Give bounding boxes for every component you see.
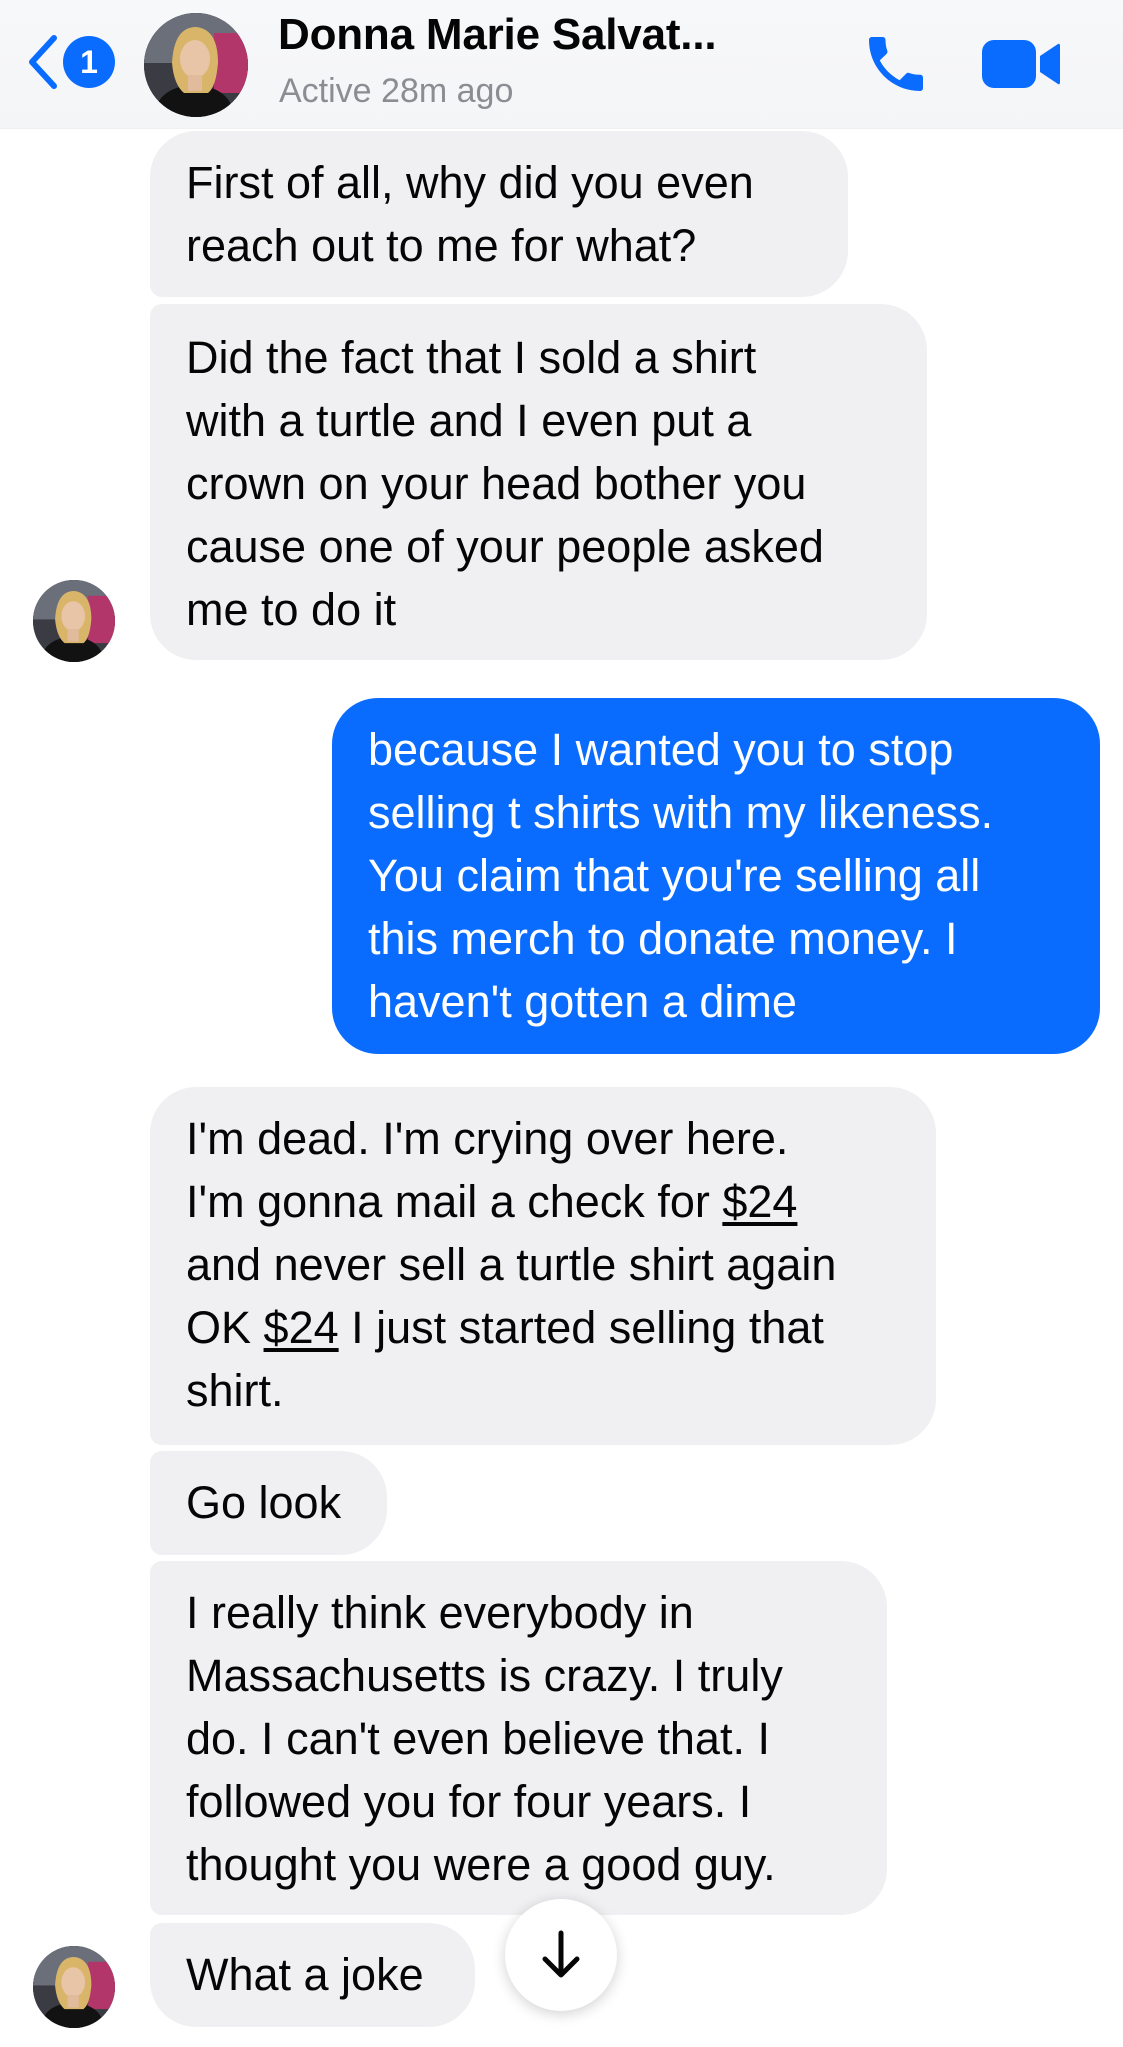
- message-text: I'm gonna mail a check for: [186, 1176, 710, 1227]
- message-line: Did the fact that I sold a shirt: [186, 332, 757, 383]
- message-line: shirt.: [186, 1365, 284, 1416]
- message-line: What a joke: [186, 1949, 424, 2000]
- message-line: because I wanted you to stop: [368, 724, 954, 775]
- arrow-down-icon: [542, 1930, 580, 1978]
- message-line: selling t shirts with my likeness.: [368, 787, 994, 838]
- phone-icon: [869, 37, 923, 91]
- message-line: Go look: [186, 1477, 342, 1528]
- chat-header: 1 Donna Marie Salvat... Active 28m ago: [0, 0, 1123, 128]
- message-line: crown on your head bother you: [186, 458, 807, 509]
- message-line: followed you for four years. I: [186, 1776, 752, 1827]
- message-line: I really think everybody in: [186, 1587, 694, 1638]
- amount-link[interactable]: $24: [264, 1302, 339, 1353]
- chevron-left-icon: [29, 35, 57, 89]
- message-line: I'm dead. I'm crying over here.: [186, 1113, 789, 1164]
- message-line: do. I can't even believe that. I: [186, 1713, 770, 1764]
- incoming-message[interactable]: I really think everybody in Massachusett…: [150, 1561, 887, 1915]
- message-text: I just started selling that: [351, 1302, 824, 1353]
- unread-count-badge: 1: [63, 36, 115, 88]
- message-text: OK: [186, 1302, 252, 1353]
- message-line: this merch to donate money. I: [368, 913, 958, 964]
- message-line: me to do it: [186, 584, 397, 635]
- sender-avatar[interactable]: [33, 580, 115, 662]
- message-line: haven't gotten a dime: [368, 976, 797, 1027]
- message-line: OK $24 I just started selling that: [186, 1296, 900, 1359]
- message-line: I'm gonna mail a check for $24: [186, 1170, 900, 1233]
- message-line: You claim that you're selling all: [368, 850, 981, 901]
- message-line: with a turtle and I even put a: [186, 395, 752, 446]
- message-line: First of all, why did you even: [186, 157, 754, 208]
- active-status: Active 28m ago: [279, 72, 514, 110]
- contact-name[interactable]: Donna Marie Salvat...: [278, 10, 788, 60]
- back-button[interactable]: 1: [24, 32, 119, 92]
- message-line: reach out to me for what?: [186, 220, 697, 271]
- video-call-button[interactable]: [980, 32, 1062, 96]
- incoming-message[interactable]: What a joke: [150, 1923, 475, 2027]
- sender-avatar[interactable]: [33, 1946, 115, 2028]
- scroll-to-bottom-button[interactable]: [505, 1899, 617, 2011]
- incoming-message[interactable]: I'm dead. I'm crying over here. I'm gonn…: [150, 1087, 936, 1445]
- outgoing-message[interactable]: because I wanted you to stop selling t s…: [332, 698, 1100, 1054]
- amount-link[interactable]: $24: [722, 1176, 797, 1227]
- message-line: thought you were a good guy.: [186, 1839, 776, 1890]
- message-line: cause one of your people asked: [186, 521, 824, 572]
- audio-call-button[interactable]: [860, 28, 932, 100]
- contact-avatar[interactable]: [144, 13, 248, 117]
- message-line: Massachusetts is crazy. I truly: [186, 1650, 783, 1701]
- incoming-message[interactable]: Did the fact that I sold a shirt with a …: [150, 304, 927, 660]
- video-camera-icon: [982, 40, 1060, 88]
- message-line: and never sell a turtle shirt again: [186, 1239, 837, 1290]
- incoming-message[interactable]: First of all, why did you even reach out…: [150, 131, 848, 297]
- incoming-message[interactable]: Go look: [150, 1451, 387, 1555]
